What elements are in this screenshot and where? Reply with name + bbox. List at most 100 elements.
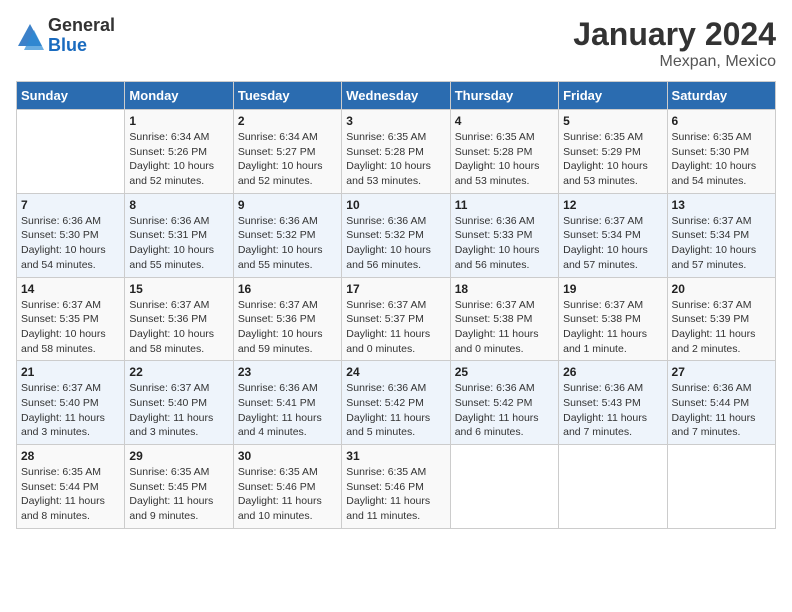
day-number: 2 [238,114,337,128]
day-info: Sunrise: 6:37 AMSunset: 5:36 PMDaylight:… [238,298,337,357]
calendar-cell: 19Sunrise: 6:37 AMSunset: 5:38 PMDayligh… [559,277,667,361]
page-header: General Blue January 2024 Mexpan, Mexico [16,16,776,71]
calendar-cell: 24 Sunrise: 6:36 AMSunset: 5:42 PMDayligh… [342,361,450,445]
calendar-week-3: 21 Sunrise: 6:37 AMSunset: 5:40 PMDayligh… [17,361,776,445]
day-number: 20 [672,282,771,296]
calendar-cell: 27 Sunrise: 6:36 AMSunset: 5:44 PMDayligh… [667,361,775,445]
day-number: 6 [672,114,771,128]
day-info: Sunrise: 6:35 AMSunset: 5:46 PMDaylight:… [238,465,337,524]
day-info: Sunrise: 6:34 AMSunset: 5:26 PMDaylight:… [129,130,228,189]
day-info: Sunrise: 6:36 AMSunset: 5:42 PMDaylight:… [455,381,554,440]
day-number: 3 [346,114,445,128]
day-number: 22 [129,365,228,379]
day-info: Sunrise: 6:37 AMSunset: 5:35 PMDaylight:… [21,298,120,357]
header-cell-tuesday: Tuesday [233,82,341,110]
calendar-cell: 7Sunrise: 6:36 AMSunset: 5:30 PMDaylight… [17,193,125,277]
day-number: 23 [238,365,337,379]
calendar-week-1: 7Sunrise: 6:36 AMSunset: 5:30 PMDaylight… [17,193,776,277]
day-number: 12 [563,198,662,212]
header-cell-friday: Friday [559,82,667,110]
day-info: Sunrise: 6:36 AMSunset: 5:32 PMDaylight:… [238,214,337,273]
calendar-cell: 18 Sunrise: 6:37 AMSunset: 5:38 PMDayligh… [450,277,558,361]
day-info: Sunrise: 6:35 AMSunset: 5:46 PMDaylight:… [346,465,445,524]
day-info: Sunrise: 6:36 AMSunset: 5:33 PMDaylight:… [455,214,554,273]
day-number: 27 [672,365,771,379]
calendar-cell: 22 Sunrise: 6:37 AMSunset: 5:40 PMDayligh… [125,361,233,445]
calendar-cell: 13Sunrise: 6:37 AMSunset: 5:34 PMDayligh… [667,193,775,277]
calendar-cell: 28 Sunrise: 6:35 AMSunset: 5:44 PMDayligh… [17,445,125,529]
day-number: 16 [238,282,337,296]
logo-general-text: General [48,15,115,35]
logo-icon [16,22,44,50]
calendar-cell: 6 Sunrise: 6:35 AMSunset: 5:30 PMDaylight… [667,110,775,194]
day-number: 14 [21,282,120,296]
header-cell-monday: Monday [125,82,233,110]
day-info: Sunrise: 6:37 AMSunset: 5:34 PMDaylight:… [563,214,662,273]
day-number: 4 [455,114,554,128]
day-info: Sunrise: 6:37 AMSunset: 5:36 PMDaylight:… [129,298,228,357]
calendar-cell: 26 Sunrise: 6:36 AMSunset: 5:43 PMDayligh… [559,361,667,445]
day-info: Sunrise: 6:35 AMSunset: 5:28 PMDaylight:… [346,130,445,189]
title-block: January 2024 Mexpan, Mexico [573,16,776,71]
header-cell-wednesday: Wednesday [342,82,450,110]
calendar-week-2: 14 Sunrise: 6:37 AMSunset: 5:35 PMDayligh… [17,277,776,361]
day-info: Sunrise: 6:35 AMSunset: 5:44 PMDaylight:… [21,465,120,524]
calendar-header: SundayMondayTuesdayWednesdayThursdayFrid… [17,82,776,110]
day-info: Sunrise: 6:36 AMSunset: 5:43 PMDaylight:… [563,381,662,440]
calendar-cell: 20Sunrise: 6:37 AMSunset: 5:39 PMDayligh… [667,277,775,361]
calendar-week-0: 1Sunrise: 6:34 AMSunset: 5:26 PMDaylight… [17,110,776,194]
calendar-table: SundayMondayTuesdayWednesdayThursdayFrid… [16,81,776,529]
logo: General Blue [16,16,115,56]
day-number: 28 [21,449,120,463]
header-cell-sunday: Sunday [17,82,125,110]
day-info: Sunrise: 6:36 AMSunset: 5:32 PMDaylight:… [346,214,445,273]
day-number: 29 [129,449,228,463]
day-number: 15 [129,282,228,296]
page-subtitle: Mexpan, Mexico [573,53,776,71]
day-info: Sunrise: 6:36 AMSunset: 5:44 PMDaylight:… [672,381,771,440]
day-info: Sunrise: 6:37 AMSunset: 5:40 PMDaylight:… [21,381,120,440]
calendar-cell: 12 Sunrise: 6:37 AMSunset: 5:34 PMDayligh… [559,193,667,277]
day-info: Sunrise: 6:35 AMSunset: 5:30 PMDaylight:… [672,130,771,189]
day-number: 5 [563,114,662,128]
calendar-cell: 11 Sunrise: 6:36 AMSunset: 5:33 PMDayligh… [450,193,558,277]
day-info: Sunrise: 6:37 AMSunset: 5:38 PMDaylight:… [455,298,554,357]
calendar-cell: 1Sunrise: 6:34 AMSunset: 5:26 PMDaylight… [125,110,233,194]
day-info: Sunrise: 6:37 AMSunset: 5:40 PMDaylight:… [129,381,228,440]
day-info: Sunrise: 6:37 AMSunset: 5:37 PMDaylight:… [346,298,445,357]
day-info: Sunrise: 6:36 AMSunset: 5:31 PMDaylight:… [129,214,228,273]
calendar-body: 1Sunrise: 6:34 AMSunset: 5:26 PMDaylight… [17,110,776,529]
calendar-cell: 4 Sunrise: 6:35 AMSunset: 5:28 PMDaylight… [450,110,558,194]
calendar-cell: 14 Sunrise: 6:37 AMSunset: 5:35 PMDayligh… [17,277,125,361]
header-row: SundayMondayTuesdayWednesdayThursdayFrid… [17,82,776,110]
day-number: 10 [346,198,445,212]
day-number: 24 [346,365,445,379]
calendar-cell: 29Sunrise: 6:35 AMSunset: 5:45 PMDayligh… [125,445,233,529]
header-cell-thursday: Thursday [450,82,558,110]
day-number: 26 [563,365,662,379]
day-number: 13 [672,198,771,212]
day-number: 19 [563,282,662,296]
calendar-cell [559,445,667,529]
calendar-cell: 30 Sunrise: 6:35 AMSunset: 5:46 PMDayligh… [233,445,341,529]
day-number: 11 [455,198,554,212]
page-title: January 2024 [573,16,776,53]
header-cell-saturday: Saturday [667,82,775,110]
logo-blue-text: Blue [48,35,87,55]
calendar-week-4: 28 Sunrise: 6:35 AMSunset: 5:44 PMDayligh… [17,445,776,529]
day-number: 25 [455,365,554,379]
day-info: Sunrise: 6:36 AMSunset: 5:42 PMDaylight:… [346,381,445,440]
calendar-cell: 10 Sunrise: 6:36 AMSunset: 5:32 PMDayligh… [342,193,450,277]
day-number: 21 [21,365,120,379]
day-number: 30 [238,449,337,463]
calendar-cell: 31Sunrise: 6:35 AMSunset: 5:46 PMDayligh… [342,445,450,529]
calendar-cell: 3 Sunrise: 6:35 AMSunset: 5:28 PMDaylight… [342,110,450,194]
day-info: Sunrise: 6:34 AMSunset: 5:27 PMDaylight:… [238,130,337,189]
day-info: Sunrise: 6:35 AMSunset: 5:29 PMDaylight:… [563,130,662,189]
day-number: 18 [455,282,554,296]
day-info: Sunrise: 6:35 AMSunset: 5:28 PMDaylight:… [455,130,554,189]
calendar-cell: 15 Sunrise: 6:37 AMSunset: 5:36 PMDayligh… [125,277,233,361]
calendar-cell [17,110,125,194]
calendar-cell: 17Sunrise: 6:37 AMSunset: 5:37 PMDayligh… [342,277,450,361]
day-number: 9 [238,198,337,212]
